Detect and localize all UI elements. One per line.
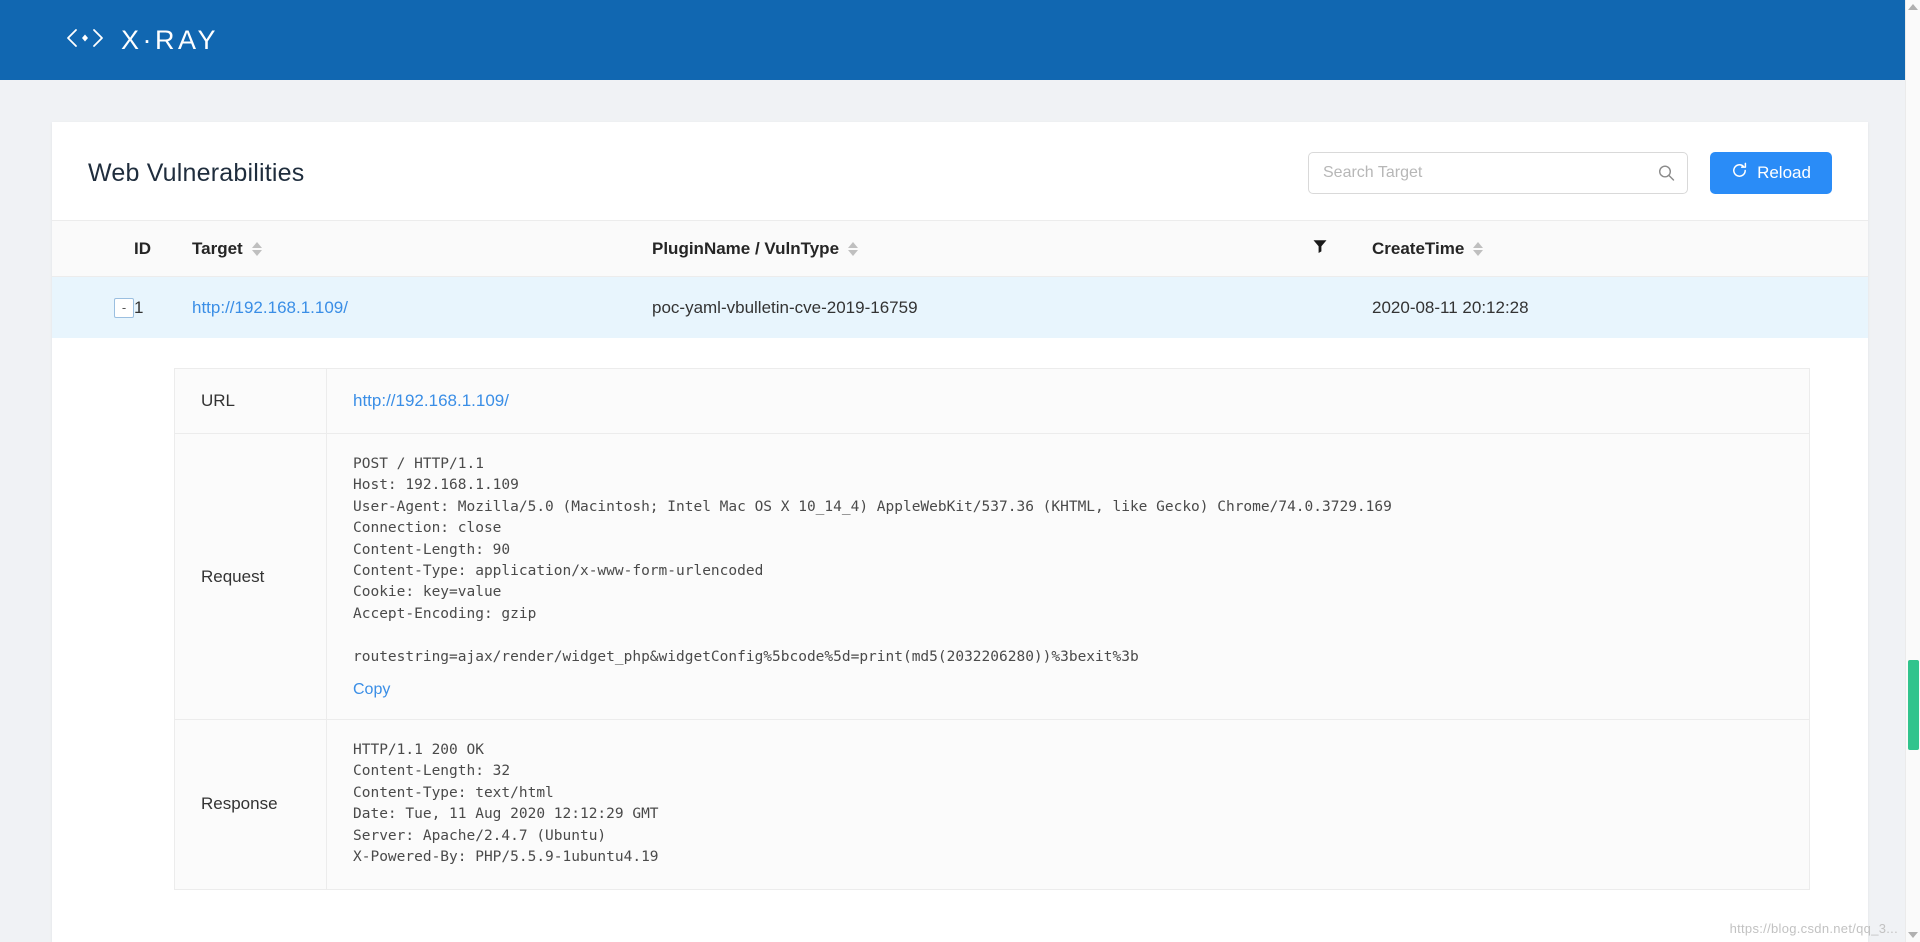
page-title: Web Vulnerabilities — [88, 158, 305, 187]
column-header-expand — [52, 220, 134, 277]
column-label-plugin: PluginName / VulnType — [652, 238, 840, 258]
vulnerabilities-table: ID Target PluginName / VulnType CreateTi… — [52, 220, 1868, 338]
table-row[interactable]: - 1 http://192.168.1.109/ poc-yaml-vbull… — [52, 276, 1868, 339]
watermark-text: https://blog.csdn.net/qq_3... — [1729, 921, 1898, 936]
top-navigation-bar: X·RAY — [0, 0, 1920, 80]
detail-row-response: Response HTTP/1.1 200 OK Content-Length:… — [174, 719, 1810, 890]
row-create-time: 2020-08-11 20:12:28 — [1372, 297, 1529, 317]
reload-button-label: Reload — [1757, 163, 1811, 182]
copy-request-button[interactable]: Copy — [353, 681, 390, 699]
detail-value-request: POST / HTTP/1.1 Host: 192.168.1.109 User… — [326, 432, 1810, 721]
detail-value-response: HTTP/1.1 200 OK Content-Length: 32 Conte… — [326, 719, 1810, 890]
column-label-target: Target — [192, 238, 243, 258]
table-header: ID Target PluginName / VulnType CreateTi… — [52, 220, 1868, 277]
search-icon[interactable] — [1658, 165, 1675, 182]
detail-table: URL http://192.168.1.109/ Request POST /… — [174, 368, 1810, 890]
request-body-text: POST / HTTP/1.1 Host: 192.168.1.109 User… — [353, 456, 1392, 665]
detail-row-request: Request POST / HTTP/1.1 Host: 192.168.1.… — [174, 432, 1810, 721]
detail-label-url: URL — [174, 368, 327, 434]
detail-url-link[interactable]: http://192.168.1.109/ — [353, 391, 509, 410]
sort-arrows-plugin-icon[interactable] — [848, 241, 859, 256]
app-logo-text: X·RAY — [121, 24, 220, 55]
table-body: - 1 http://192.168.1.109/ poc-yaml-vbull… — [52, 276, 1868, 339]
row-target-cell: http://192.168.1.109/ — [192, 277, 652, 339]
page-scrollbar[interactable] — [1905, 0, 1920, 942]
card-header: Web Vulnerabilities Search Target Reload — [52, 122, 1868, 220]
column-header-target[interactable]: Target — [192, 220, 652, 277]
code-brackets-icon — [62, 26, 108, 55]
row-expand-cell: - — [52, 277, 134, 339]
column-header-plugin[interactable]: PluginName / VulnType — [652, 220, 1312, 277]
table-header-row: ID Target PluginName / VulnType CreateTi… — [52, 220, 1868, 277]
column-header-createtime[interactable]: CreateTime — [1372, 220, 1868, 277]
refresh-icon — [1731, 162, 1748, 184]
column-label-id: ID — [134, 238, 151, 258]
scrollbar-thumb[interactable] — [1908, 660, 1919, 750]
row-target-link[interactable]: http://192.168.1.109/ — [192, 298, 348, 317]
page-content: Web Vulnerabilities Search Target Reload… — [0, 80, 1920, 942]
column-header-filter[interactable] — [1312, 220, 1372, 277]
row-plugin-name: poc-yaml-vbulletin-cve-2019-16759 — [652, 297, 918, 317]
detail-row-url: URL http://192.168.1.109/ — [174, 368, 1810, 434]
row-detail-panel: URL http://192.168.1.109/ Request POST /… — [52, 338, 1868, 890]
search-box — [1308, 152, 1688, 194]
scroll-up-arrow-icon[interactable] — [1908, 4, 1918, 10]
detail-value-url: http://192.168.1.109/ — [326, 368, 1810, 434]
row-id: 1 — [134, 297, 144, 317]
app-logo[interactable]: X·RAY — [62, 25, 219, 56]
response-body-text: HTTP/1.1 200 OK Content-Length: 32 Conte… — [353, 742, 659, 866]
sort-arrows-createtime-icon[interactable] — [1473, 241, 1484, 256]
detail-label-response: Response — [174, 719, 327, 890]
column-label-createtime: CreateTime — [1372, 238, 1465, 258]
vulnerabilities-card: Web Vulnerabilities Search Target Reload… — [52, 122, 1868, 942]
header-actions: Reload — [1308, 152, 1832, 194]
column-header-id: ID — [134, 220, 192, 277]
row-filter-cell — [1312, 277, 1372, 339]
filter-funnel-icon[interactable] — [1312, 238, 1328, 259]
row-expand-toggle[interactable]: - — [114, 298, 134, 318]
sort-arrows-target-icon[interactable] — [251, 241, 262, 256]
detail-label-request: Request — [174, 432, 327, 721]
search-input[interactable] — [1308, 152, 1688, 194]
scroll-down-arrow-icon[interactable] — [1908, 932, 1918, 938]
reload-button[interactable]: Reload — [1710, 152, 1832, 194]
